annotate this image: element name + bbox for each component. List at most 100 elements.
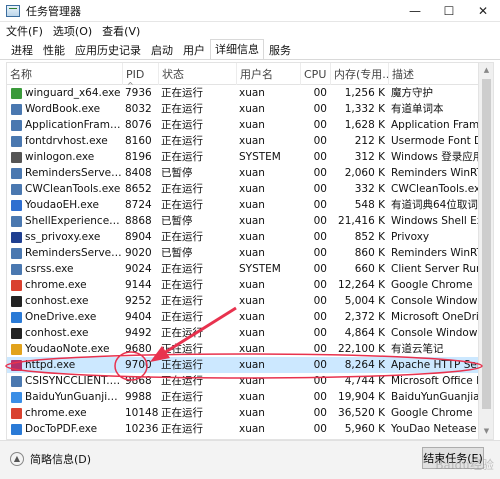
table-row[interactable]: DocToPDF.exe 10236 正在运行 xuan 00 5,960 K YouDao… xyxy=(7,421,479,437)
process-name-cell: CSISYNCCLIENT.EXE xyxy=(11,373,123,389)
process-memory: 212 K xyxy=(354,135,385,147)
table-row[interactable]: ss_privoxy.exe 8904 正在运行 xuan 00 852 K Privoxy xyxy=(7,229,479,245)
process-username: xuan xyxy=(239,103,265,115)
fewer-details-label: 简略信息(D) xyxy=(30,453,92,466)
process-username: xuan xyxy=(239,295,265,307)
process-status: 正在运行 xyxy=(161,375,203,387)
table-row[interactable]: YoudaoEH.exe 8724 正在运行 xuan 00 548 K 有道词典64位取词… xyxy=(7,197,479,213)
scroll-up-arrow-icon[interactable]: ▲ xyxy=(479,63,493,78)
scroll-down-arrow-icon[interactable]: ▼ xyxy=(479,424,493,439)
menu-file[interactable]: 文件(F) xyxy=(6,23,43,39)
close-button[interactable]: ✕ xyxy=(466,0,500,22)
console-icon xyxy=(11,327,22,339)
minimize-button[interactable]: — xyxy=(398,0,432,22)
process-cpu: 00 xyxy=(313,295,327,307)
process-pid: 9404 xyxy=(125,311,152,323)
table-row[interactable]: httpd.exe 9700 正在运行 xuan 00 8,264 K Apache HTT… xyxy=(7,357,479,373)
table-row[interactable]: BaiduYunGuanjia.e... 9988 正在运行 xuan 00 19,904… xyxy=(7,389,479,405)
process-username: xuan xyxy=(239,167,265,179)
column-header-memory[interactable]: 内存(专用... xyxy=(331,63,389,85)
column-header-name[interactable]: 名称 xyxy=(7,63,123,85)
process-cpu: 00 xyxy=(313,279,327,291)
process-description: Microsoft OneDrive xyxy=(391,311,479,323)
process-pid: 7936 xyxy=(125,87,152,99)
process-cpu: 00 xyxy=(313,423,327,435)
table-body: winguard_x64.exe 7936 正在运行 xuan 00 1,256 K 魔方守… xyxy=(7,85,479,437)
process-status: 正在运行 xyxy=(161,279,203,291)
process-memory: 332 K xyxy=(354,183,385,195)
process-name: winlogon.exe xyxy=(25,151,95,163)
tab-app-history[interactable]: 应用历史记录 xyxy=(70,41,146,59)
table-row[interactable]: csrss.exe 9024 正在运行 SYSTEM 00 660 K Client Ser… xyxy=(7,261,479,277)
tab-details[interactable]: 详细信息 xyxy=(210,39,264,59)
process-name: RemindersServer.e... xyxy=(25,247,123,259)
process-description: Microsoft Office D... xyxy=(391,375,479,387)
vertical-scrollbar[interactable]: ▲ ▼ xyxy=(478,63,493,439)
table-row[interactable]: RemindersServer.exe8408 已暂停 xuan 00 2,060 K R… xyxy=(7,165,479,181)
process-cpu: 00 xyxy=(313,343,327,355)
process-name-cell: csrss.exe xyxy=(11,261,123,277)
process-status: 正在运行 xyxy=(161,263,203,275)
process-description: Windows 登录应用... xyxy=(391,151,479,163)
table-row[interactable]: chrome.exe 9144 正在运行 xuan 00 12,264 K Google C… xyxy=(7,277,479,293)
table-row[interactable]: winguard_x64.exe 7936 正在运行 xuan 00 1,256 K 魔方守… xyxy=(7,85,479,101)
table-row[interactable]: WordBook.exe 8032 正在运行 xuan 00 1,332 K 有道单词本 xyxy=(7,101,479,117)
process-username: xuan xyxy=(239,231,265,243)
table-row[interactable]: conhost.exe 9492 正在运行 xuan 00 4,864 K Console … xyxy=(7,325,479,341)
process-name: chrome.exe xyxy=(25,279,87,291)
tab-services[interactable]: 服务 xyxy=(264,41,296,59)
process-pid: 8868 xyxy=(125,215,152,227)
process-description: 有道云笔记 xyxy=(391,343,444,355)
process-username: SYSTEM xyxy=(239,263,281,275)
table-row[interactable]: YoudaoNote.exe 9680 正在运行 xuan 00 22,100 K 有道云笔… xyxy=(7,341,479,357)
process-memory: 660 K xyxy=(354,263,385,275)
table-row[interactable]: winlogon.exe 8196 正在运行 SYSTEM 00 312 K Windows… xyxy=(7,149,479,165)
process-cpu: 00 xyxy=(313,119,327,131)
tab-startup[interactable]: 启动 xyxy=(146,41,178,59)
table-row[interactable]: RemindersServer.e...9020 已暂停 xuan 00 860 K Re… xyxy=(7,245,479,261)
process-name: winguard_x64.exe xyxy=(25,87,121,99)
table-row[interactable]: conhost.exe 9252 正在运行 xuan 00 5,004 K Console … xyxy=(7,293,479,309)
process-username: xuan xyxy=(239,247,265,259)
scrollbar-thumb[interactable] xyxy=(482,79,491,409)
table-row[interactable]: fontdrvhost.exe 8160 正在运行 xuan 00 212 K Usermo… xyxy=(7,133,479,149)
column-header-cpu[interactable]: CPU xyxy=(301,63,331,85)
process-username: xuan xyxy=(239,87,265,99)
pdf-icon xyxy=(11,423,22,435)
process-username: xuan xyxy=(239,423,265,435)
process-status: 正在运行 xyxy=(161,391,203,403)
process-name: conhost.exe xyxy=(25,295,89,307)
table-row[interactable]: ShellExperienceHo... 8868 已暂停 xuan 00 21,416 … xyxy=(7,213,479,229)
table-row[interactable]: chrome.exe 10148 正在运行 xuan 00 36,520 K Google … xyxy=(7,405,479,421)
process-cpu: 00 xyxy=(313,199,327,211)
maximize-button[interactable]: ☐ xyxy=(432,0,466,22)
chevron-up-icon: ▲ xyxy=(10,452,24,466)
table-row[interactable]: ApplicationFrameHo...8076 正在运行 xuan 00 1,628… xyxy=(7,117,479,133)
gear-icon xyxy=(11,151,22,163)
process-cpu: 00 xyxy=(313,215,327,227)
process-description: Client Server Runti... xyxy=(391,263,479,275)
process-pid: 9988 xyxy=(125,391,152,403)
process-memory: 312 K xyxy=(354,151,385,163)
privoxy-icon xyxy=(11,231,22,243)
column-header-status[interactable]: 状态 xyxy=(159,63,237,85)
process-username: xuan xyxy=(239,135,265,147)
column-header-username[interactable]: 用户名 xyxy=(237,63,301,85)
process-description: Reminders WinRT ... xyxy=(391,167,479,179)
tab-users[interactable]: 用户 xyxy=(178,41,210,59)
process-description: Apache HTTP Serv... xyxy=(391,359,479,371)
process-status: 已暂停 xyxy=(161,247,193,259)
menu-view[interactable]: 查看(V) xyxy=(102,23,140,39)
tab-performance[interactable]: 性能 xyxy=(38,41,70,59)
process-pid: 9868 xyxy=(125,375,152,387)
tab-processes[interactable]: 进程 xyxy=(6,41,38,59)
process-username: xuan xyxy=(239,311,265,323)
table-row[interactable]: CSISYNCCLIENT.EXE 9868 正在运行 xuan 00 4,744 K Mi… xyxy=(7,373,479,389)
column-header-description[interactable]: 描述 xyxy=(389,63,479,85)
process-pid: 9680 xyxy=(125,343,152,355)
table-row[interactable]: CWCleanTools.exe 8652 正在运行 xuan 00 332 K CWCle… xyxy=(7,181,479,197)
fewer-details-button[interactable]: ▲ 简略信息(D) xyxy=(10,451,91,467)
menu-options[interactable]: 选项(O) xyxy=(53,23,92,39)
process-name-cell: RemindersServer.exe xyxy=(11,165,123,181)
table-row[interactable]: OneDrive.exe 9404 正在运行 xuan 00 2,372 K Microso… xyxy=(7,309,479,325)
